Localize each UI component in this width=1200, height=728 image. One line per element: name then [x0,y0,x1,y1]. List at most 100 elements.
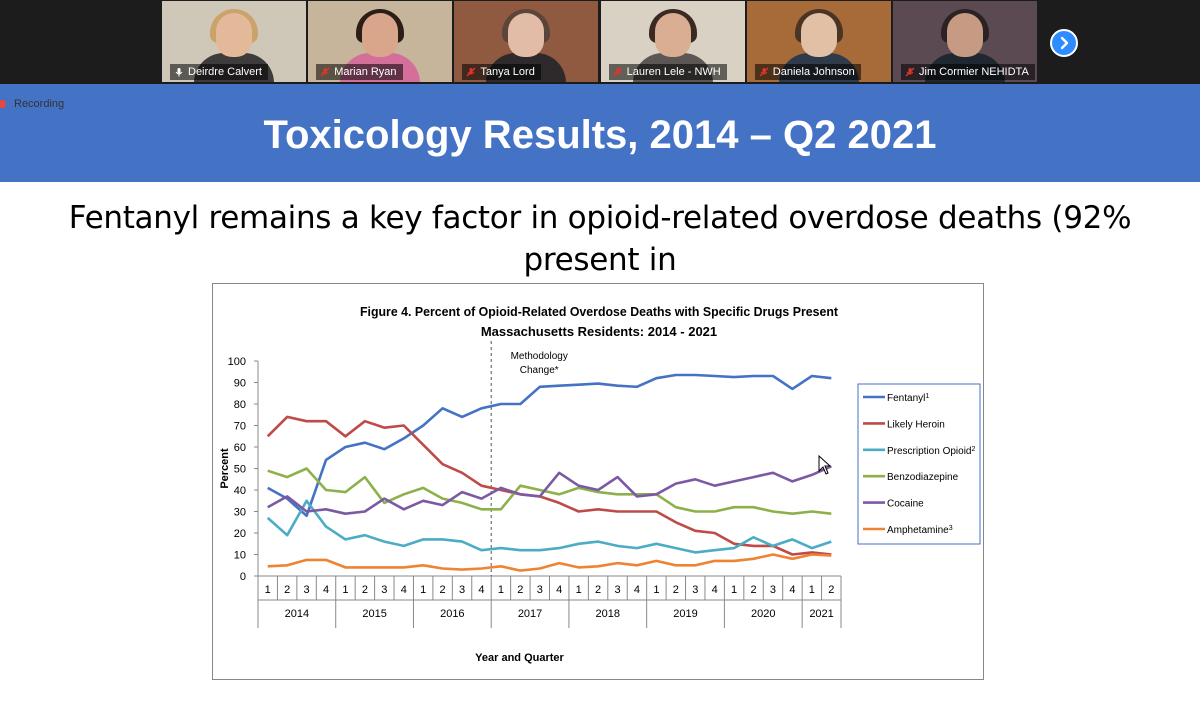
quarter-label: 2 [440,584,446,596]
legend-footnote-marker: 3 [949,525,953,532]
mic-icon [175,68,183,77]
participant-face [216,13,252,57]
participant-face [654,13,691,57]
quarter-label: 4 [634,584,640,596]
y-tick-label: 10 [234,550,246,562]
participant-tile[interactable]: Deirdre Calvert [162,1,306,82]
quarter-label: 1 [809,584,815,596]
subtitle-line-1: Fentanyl remains a key factor in opioid-… [68,200,1132,278]
next-page-button[interactable] [1050,29,1078,57]
record-dot-icon [0,100,6,108]
participant-tile[interactable]: Tanya Lord [454,1,599,82]
participant-name: Daniela Johnson [772,66,855,78]
series-line-fentanyl [267,373,832,518]
year-label: 2020 [751,608,775,620]
participant-name: Tanya Lord [480,66,535,78]
quarter-label: 2 [517,584,523,596]
y-tick-label: 100 [228,356,246,368]
chart-figure: Figure 4. Percent of Opioid-Related Over… [212,283,984,680]
quarter-label: 1 [342,584,348,596]
participant-face [800,13,837,57]
quarter-label: 3 [381,584,387,596]
year-label: 2018 [596,608,620,620]
line-chart: Figure 4. Percent of Opioid-Related Over… [219,304,981,664]
quarter-label: 4 [323,584,329,596]
quarter-label: 4 [401,584,407,596]
year-label: 2014 [285,608,309,620]
participant-tile[interactable]: Daniela Johnson [746,1,891,82]
quarter-label: 3 [459,584,465,596]
quarter-label: 3 [537,584,543,596]
quarter-label: 1 [731,584,737,596]
participant-name: Lauren Lele - NWH [626,66,721,78]
y-tick-label: 60 [234,442,246,454]
participant-name: Jim Cormier NEHIDTA [919,66,1029,78]
legend-footnote-marker: 2 [971,445,975,452]
participant-name-bar: Tanya Lord [462,64,541,80]
y-tick-label: 70 [234,421,246,433]
legend-label: Fentanyl1 [887,393,929,405]
participant-name-bar: Daniela Johnson [754,64,861,80]
mic-muted-icon [905,67,915,77]
chart-title: Figure 4. Percent of Opioid-Related Over… [360,304,839,319]
annotation-line-1: Methodology [511,351,568,362]
participant-face [508,13,545,57]
y-tick-label: 50 [234,464,246,476]
series-line-amphetamine [267,553,832,572]
quarter-label: 2 [673,584,679,596]
chart-subtitle: Massachusetts Residents: 2014 - 2021 [481,324,717,339]
quarter-label: 3 [770,584,776,596]
quarter-label: 2 [284,584,290,596]
quarter-label: 4 [712,584,718,596]
participant-name-bar: Marian Ryan [316,64,403,80]
participant-name-bar: Jim Cormier NEHIDTA [901,64,1035,80]
participant-name-bar: Deirdre Calvert [170,64,268,80]
quarter-label: 2 [362,584,368,596]
quarter-label: 4 [478,584,484,596]
quarter-label: 4 [789,584,795,596]
quarter-label: 1 [653,584,659,596]
series-line-benzo [267,467,832,515]
year-label: 2016 [440,608,464,620]
recording-indicator: Recording [0,98,64,110]
quarter-label: 1 [498,584,504,596]
mic-muted-icon [320,67,330,77]
quarter-label: 4 [556,584,562,596]
participant-tile[interactable]: Jim Cormier NEHIDTA [893,1,1037,82]
mic-muted-icon [759,67,769,77]
recording-label: Recording [14,98,65,110]
legend-label: Prescription Opioid2 [887,445,975,457]
legend-label: Cocaine [887,499,924,510]
legend-footnote-marker: 1 [925,393,929,400]
y-tick-label: 30 [234,507,246,519]
quarter-label: 3 [692,584,698,596]
participant-tile[interactable]: Lauren Lele - NWH [600,1,745,82]
quarter-label: 2 [595,584,601,596]
y-axis-label: Percent [219,448,231,489]
quarter-label: 1 [265,584,271,596]
slide-title: Toxicology Results, 2014 – Q2 2021 [263,113,937,157]
participant-name: Deirdre Calvert [188,66,262,78]
y-tick-label: 0 [240,571,246,583]
chart-legend [857,383,981,545]
quarter-label: 2 [828,584,834,596]
quarter-label: 1 [420,584,426,596]
x-axis-label: Year and Quarter [475,652,564,664]
mouse-cursor-icon [818,455,832,475]
year-label: 2015 [362,608,386,620]
mic-muted-icon [613,67,623,77]
y-tick-label: 40 [234,485,246,497]
chevron-right-icon [1060,36,1069,50]
quarter-label: 3 [614,584,620,596]
participant-name-bar: Lauren Lele - NWH [608,64,727,80]
participant-tile[interactable]: Marian Ryan [308,1,453,82]
quarter-label: 1 [576,584,582,596]
participant-face [947,13,983,57]
legend-label: Likely Heroin [887,419,945,430]
y-tick-label: 90 [234,378,246,390]
year-label: 2017 [518,608,542,620]
annotation-line-2: Change* [520,365,559,376]
participant-strip: Deirdre Calvert Marian Ryan Tanya Lord Laur… [0,0,1200,84]
quarter-label: 3 [304,584,310,596]
legend-label: Benzodiazepine [887,472,959,483]
